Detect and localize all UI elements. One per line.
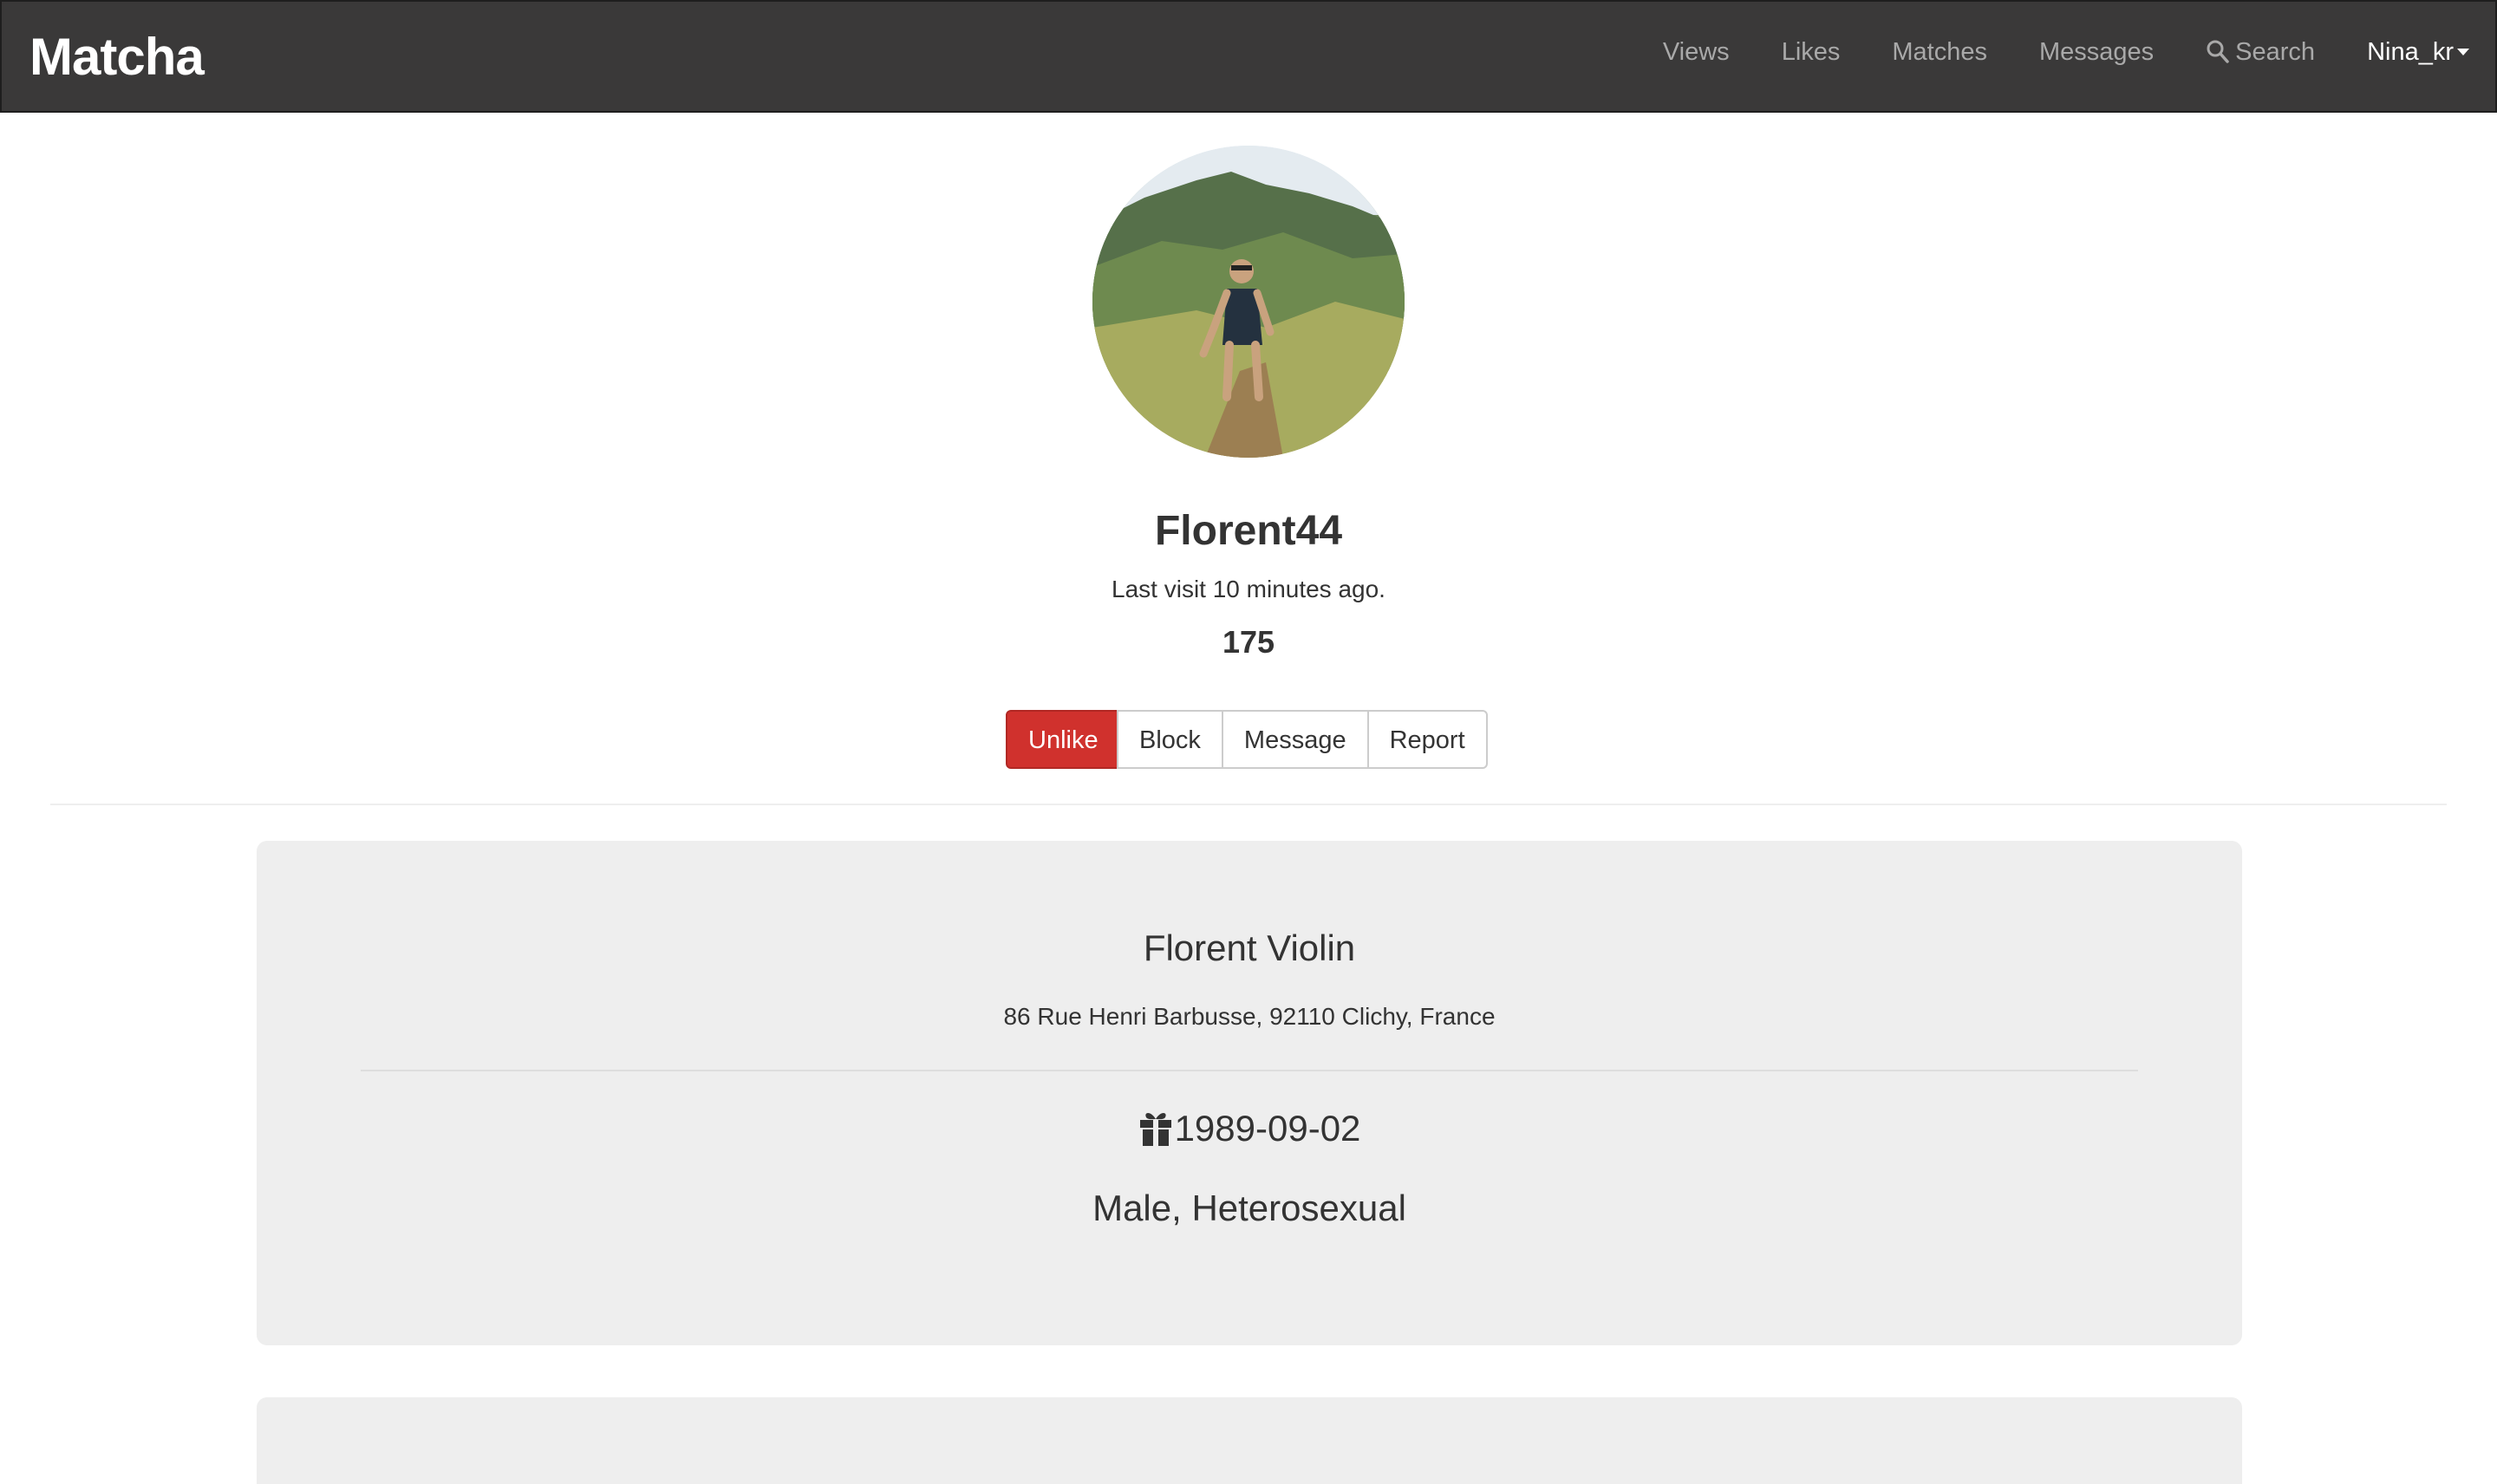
nav-search[interactable]: Search	[2206, 39, 2315, 65]
address: 86 Rue Henri Barbusse, 92110 Clichy, Fra…	[1003, 1003, 1496, 1030]
nav-likes[interactable]: Likes	[1782, 39, 1841, 65]
nav-matches[interactable]: Matches	[1892, 39, 1987, 65]
nav-messages[interactable]: Messages	[2039, 39, 2154, 65]
report-button[interactable]: Report	[1366, 710, 1488, 769]
section-divider	[50, 804, 2447, 805]
nav-views[interactable]: Views	[1663, 39, 1730, 65]
user-menu-label: Nina_kr	[2367, 37, 2454, 66]
last-visit-text: Last visit 10 minutes ago.	[1112, 576, 1385, 602]
nav-links: Views Likes Matches Messages Search Nina…	[1611, 2, 2469, 111]
nav-search-label: Search	[2235, 37, 2316, 66]
birthdate: 1989-09-02	[1174, 1108, 1361, 1149]
full-name: Florent Violin	[1143, 928, 1356, 968]
profile-actions: Unlike Block Message Report	[1006, 710, 1488, 769]
search-icon	[2207, 40, 2229, 63]
profile-avatar	[1092, 146, 1405, 458]
message-button[interactable]: Message	[1221, 710, 1369, 769]
profile-username: Florent44	[1154, 508, 1343, 554]
caret-down-icon	[2457, 49, 2469, 55]
gender-orientation: Male, Heterosexual	[1092, 1188, 1406, 1228]
user-menu[interactable]: Nina_kr	[2367, 37, 2469, 66]
card-divider	[361, 1070, 2138, 1071]
brand-logo[interactable]: Matcha	[29, 31, 205, 83]
avatar-photo	[1092, 146, 1405, 458]
top-navbar: Matcha Views Likes Matches Messages Sear…	[0, 0, 2497, 113]
gift-icon	[1139, 1113, 1171, 1146]
profile-info-card: Florent Violin 86 Rue Henri Barbusse, 92…	[257, 841, 2242, 1345]
birthdate-row: 1989-09-02	[257, 1108, 2242, 1149]
unlike-button[interactable]: Unlike	[1006, 710, 1118, 769]
block-button[interactable]: Block	[1117, 710, 1223, 769]
popularity-score: 175	[1222, 624, 1275, 660]
secondary-card	[257, 1397, 2242, 1484]
